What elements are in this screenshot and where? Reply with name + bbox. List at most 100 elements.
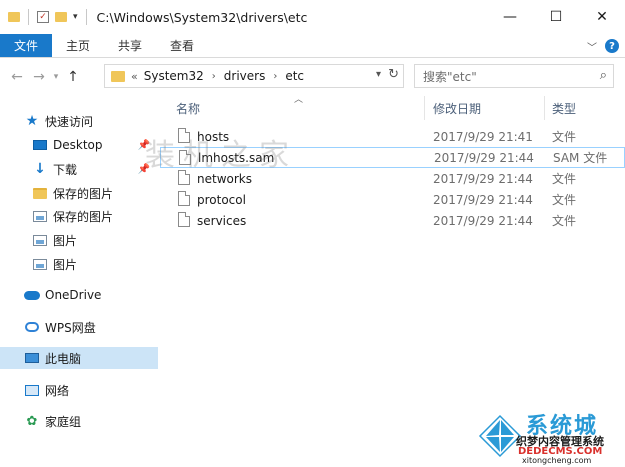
file-type: SAM 文件 <box>553 151 608 165</box>
refresh-icon[interactable]: ↻ <box>388 67 399 82</box>
column-header-type[interactable]: 类型 <box>552 96 576 120</box>
file-modified: 2017/9/29 21:44 <box>433 171 533 186</box>
sidebar-item-saved-pictures[interactable]: 保存的图片 <box>0 182 158 204</box>
file-icon <box>178 212 190 227</box>
help-icon[interactable]: ? <box>605 39 619 53</box>
navigation-bar: ← → ▾ ↑ « System32 › drivers › etc ▾ ↻ 搜… <box>0 58 625 96</box>
breadcrumb-item[interactable]: drivers <box>224 69 266 83</box>
sidebar-item-downloads[interactable]: ↓ 下载 📌 <box>0 158 158 180</box>
picture-icon <box>33 210 47 222</box>
sidebar-item-desktop[interactable]: Desktop 📌 <box>0 134 158 156</box>
breadcrumb-item[interactable]: System32 <box>144 69 204 83</box>
file-type: 文件 <box>552 172 577 186</box>
star-icon: ★ <box>25 113 39 129</box>
tab-home[interactable]: 主页 <box>52 34 104 57</box>
sidebar-item-label: 图片 <box>53 257 78 272</box>
watermark-logo: 系统城 织梦内容管理系统 DEDECMS.COM xitongcheng.com <box>478 400 623 465</box>
maximize-button[interactable]: ☐ <box>533 0 579 34</box>
file-modified: 2017/9/29 21:44 <box>433 213 533 228</box>
recent-locations-chevron-icon[interactable]: ▾ <box>50 72 62 82</box>
toolbar-divider <box>85 9 87 25</box>
breadcrumb-item[interactable]: etc <box>285 69 304 83</box>
file-type: 文件 <box>552 130 577 144</box>
sidebar-item-quick-access[interactable]: ★ 快速访问 <box>0 110 158 132</box>
sidebar-item-wps-cloud[interactable]: WPS网盘 <box>0 316 158 338</box>
picture-icon <box>33 234 47 246</box>
column-header-name[interactable]: 名称 <box>176 96 200 120</box>
file-modified: 2017/9/29 21:41 <box>433 129 533 144</box>
window-title: C:\Windows\System32\drivers\etc <box>96 9 308 25</box>
download-icon: ↓ <box>34 161 46 177</box>
title-bar: ✓ ▾ C:\Windows\System32\drivers\etc — ☐ … <box>0 0 625 34</box>
table-row[interactable]: protocol 2017/9/29 21:44 文件 <box>160 189 625 210</box>
ribbon-tabs: 文件 主页 共享 查看 ﹀ ? <box>0 34 625 58</box>
chevron-right-icon[interactable]: › <box>212 71 216 82</box>
sidebar-item-label: 家庭组 <box>45 414 82 429</box>
search-placeholder: 搜索"etc" <box>423 69 477 84</box>
sidebar-item-label: 此电脑 <box>45 351 82 366</box>
watermark-text: 装机之家 <box>145 138 297 173</box>
file-modified: 2017/9/29 21:44 <box>433 192 533 207</box>
column-divider[interactable] <box>424 96 425 120</box>
wps-cloud-icon <box>25 322 39 332</box>
folder-icon <box>111 70 125 82</box>
sidebar-item-onedrive[interactable]: OneDrive <box>0 284 158 306</box>
network-icon <box>25 384 39 396</box>
ribbon-right: ﹀ ? <box>587 34 619 58</box>
sidebar-item-pictures-2[interactable]: 图片 <box>0 253 158 275</box>
chevron-right-icon[interactable]: › <box>273 71 277 82</box>
sidebar-item-label: OneDrive <box>45 288 102 302</box>
address-bar[interactable]: « System32 › drivers › etc ▾ ↻ <box>104 64 404 88</box>
computer-icon <box>25 353 39 363</box>
chevron-down-icon[interactable]: ▾ <box>376 69 381 80</box>
tab-file[interactable]: 文件 <box>0 34 53 57</box>
file-type: 文件 <box>552 193 577 207</box>
sidebar-item-label: 图片 <box>53 233 78 248</box>
tab-share[interactable]: 共享 <box>104 34 156 57</box>
sidebar-item-label: 保存的图片 <box>53 209 114 224</box>
chevron-down-icon[interactable]: ﹀ <box>587 39 597 54</box>
quick-access-toolbar: ✓ ▾ <box>0 9 89 25</box>
file-icon <box>178 191 190 206</box>
toolbar-divider <box>28 9 29 25</box>
sort-ascending-icon: ︿ <box>294 95 304 105</box>
sidebar-item-saved-pictures-2[interactable]: 保存的图片 <box>0 205 158 227</box>
folder-icon <box>8 12 20 22</box>
sidebar-item-label: 快速访问 <box>45 114 94 129</box>
sidebar-item-pictures[interactable]: 图片 <box>0 229 158 251</box>
cloud-icon <box>24 290 40 300</box>
watermark-url-secondary: xitongcheng.com <box>522 456 592 465</box>
breadcrumb-overflow[interactable]: « <box>131 70 138 83</box>
file-name: services <box>197 213 247 228</box>
file-modified: 2017/9/29 21:44 <box>434 150 534 165</box>
column-header-modified[interactable]: 修改日期 <box>433 96 481 120</box>
tab-view[interactable]: 查看 <box>156 34 208 57</box>
new-folder-icon[interactable] <box>55 12 67 22</box>
column-divider[interactable] <box>544 96 545 120</box>
picture-icon <box>33 258 47 270</box>
sidebar-item-this-pc[interactable]: 此电脑 <box>0 347 158 369</box>
file-type: 文件 <box>552 214 577 228</box>
file-name: protocol <box>197 192 246 207</box>
forward-arrow-icon[interactable]: → <box>28 69 50 85</box>
sidebar-item-label: Desktop <box>53 138 103 152</box>
sidebar-item-label: 网络 <box>45 383 70 398</box>
table-row[interactable]: services 2017/9/29 21:44 文件 <box>160 210 625 231</box>
properties-icon[interactable]: ✓ <box>37 11 49 23</box>
close-button[interactable]: ✕ <box>579 0 625 34</box>
sidebar-item-label: 保存的图片 <box>53 186 114 201</box>
up-arrow-icon[interactable]: ↑ <box>62 69 84 85</box>
minimize-button[interactable]: — <box>487 0 533 34</box>
sidebar-item-homegroup[interactable]: ✿ 家庭组 <box>0 410 158 432</box>
homegroup-icon: ✿ <box>26 413 38 429</box>
search-box[interactable]: 搜索"etc" ⌕ <box>414 64 614 88</box>
folder-icon <box>33 187 47 199</box>
customize-toolbar-icon[interactable]: ▾ <box>73 12 78 22</box>
sidebar-item-network[interactable]: 网络 <box>0 379 158 401</box>
sidebar-item-label: 下载 <box>53 162 78 177</box>
sidebar-item-label: WPS网盘 <box>45 320 96 335</box>
back-arrow-icon[interactable]: ← <box>6 69 28 85</box>
desktop-icon <box>33 140 47 150</box>
navigation-pane: ★ 快速访问 Desktop 📌 ↓ 下载 📌 保存的图片 保存的图片 图片 图… <box>0 96 158 467</box>
search-icon[interactable]: ⌕ <box>600 68 607 83</box>
